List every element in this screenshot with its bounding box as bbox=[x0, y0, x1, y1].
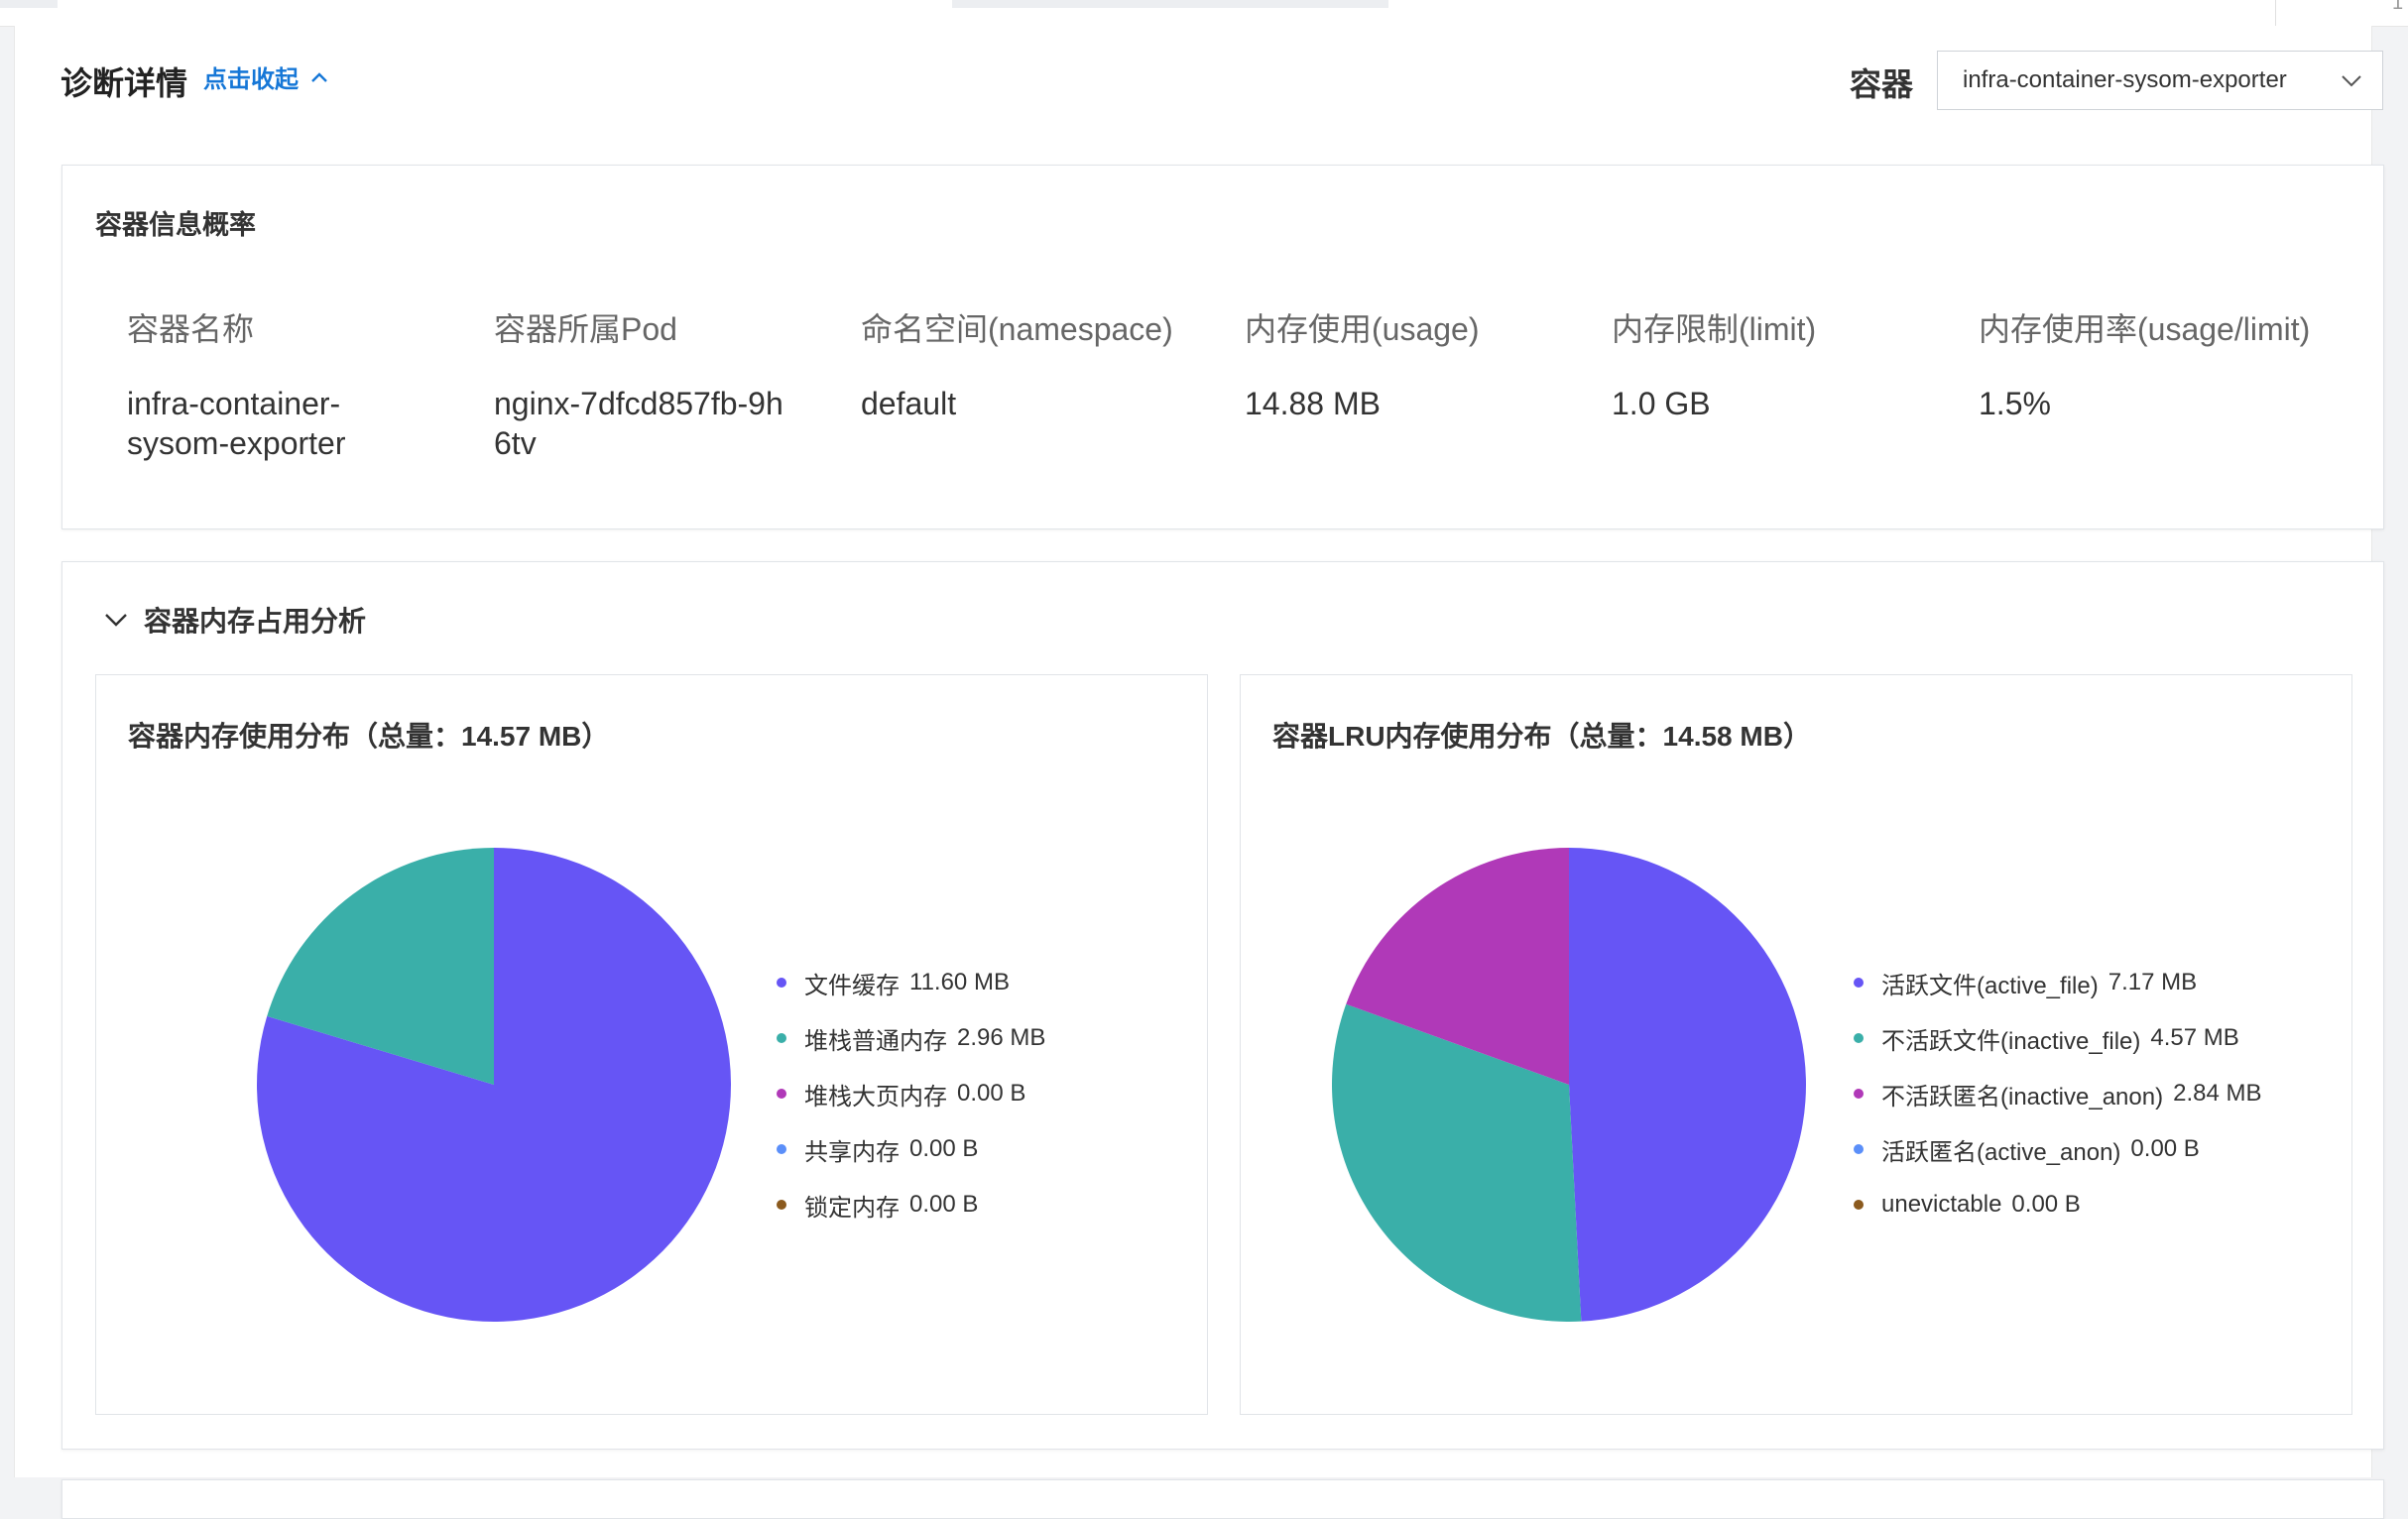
legend-label: unevictable bbox=[1881, 1191, 2002, 1218]
legend-label: 文件缓存 bbox=[804, 972, 900, 999]
collapse-link[interactable]: 点击收起 bbox=[203, 59, 330, 94]
legend-item[interactable]: 锁定内存 0.00 B bbox=[777, 1177, 1045, 1232]
top-tab-stub bbox=[0, 0, 58, 8]
info-column-header: 内存限制(limit) bbox=[1612, 311, 1817, 347]
container-select[interactable]: infra-container-sysom-exporter bbox=[1937, 51, 2383, 110]
legend-dot bbox=[777, 1033, 786, 1043]
legend-label: 锁定内存 bbox=[804, 1194, 900, 1222]
legend-dot bbox=[777, 1089, 786, 1099]
info-column-header: 容器名称 bbox=[127, 311, 255, 347]
legend-item[interactable]: 活跃匿名(active_anon) 0.00 B bbox=[1854, 1121, 2262, 1177]
legend-value: 0.00 B bbox=[909, 1135, 979, 1162]
legend-label: 活跃文件(active_file) bbox=[1881, 972, 2099, 999]
container-select-value: infra-container-sysom-exporter bbox=[1963, 66, 2287, 93]
info-column-header: 命名空间(namespace) bbox=[861, 311, 1173, 347]
legend-item[interactable]: unevictable 0.00 B bbox=[1854, 1177, 2262, 1232]
info-column-value: infra-container-sysom-exporter bbox=[127, 386, 346, 461]
legend-label: 不活跃匿名(inactive_anon) bbox=[1881, 1083, 2164, 1110]
collapse-link-label: 点击收起 bbox=[203, 66, 299, 93]
legend-value: 0.00 B bbox=[909, 1191, 979, 1218]
info-column: 容器所属Pod nginx-7dfcd857fb-9h6tv bbox=[494, 304, 821, 463]
legend-value: 4.57 MB bbox=[2150, 1024, 2239, 1051]
legend-dot bbox=[1854, 1089, 1864, 1099]
legend-label: 活跃匿名(active_anon) bbox=[1881, 1138, 2121, 1166]
legend-label: 堆栈普通内存 bbox=[804, 1027, 947, 1055]
info-column-header: 内存使用率(usage/limit) bbox=[1979, 311, 2311, 347]
chevron-down-icon bbox=[2342, 75, 2361, 87]
legend-item[interactable]: 堆栈普通内存 2.96 MB bbox=[777, 1010, 1045, 1066]
info-column: 命名空间(namespace) default bbox=[861, 304, 1208, 423]
pie-slice-0[interactable] bbox=[1569, 848, 1806, 1322]
legend-value: 2.96 MB bbox=[957, 1024, 1046, 1051]
info-column-value: 1.5% bbox=[1979, 386, 2051, 421]
memory-analysis-card: 容器内存占用分析 容器内存使用分布（总量：14.57 MB） 文件缓存 11.6… bbox=[61, 561, 2384, 1450]
lru-memory-chart: 容器LRU内存使用分布（总量：14.58 MB） 活跃文件(active_fil… bbox=[1240, 674, 2352, 1415]
memory-analysis-title: 容器内存占用分析 bbox=[144, 606, 367, 637]
container-info-card: 容器信息概率 容器名称 infra-container-sysom-export… bbox=[61, 165, 2384, 529]
page-title: 诊断详情 bbox=[60, 65, 188, 101]
legend-dot bbox=[777, 1200, 786, 1210]
top-tab-stub-center bbox=[952, 0, 1388, 8]
legend-label: 堆栈大页内存 bbox=[804, 1083, 947, 1110]
chart-legend: 文件缓存 11.60 MB 堆栈普通内存 2.96 MB 堆栈大页内存 0.00… bbox=[777, 955, 1045, 1232]
diagnosis-panel: 诊断详情 点击收起 容器 infra-container-sysom-expor… bbox=[14, 26, 2384, 1519]
chevron-down-icon bbox=[105, 614, 127, 627]
memory-analysis-toggle[interactable]: 容器内存占用分析 bbox=[102, 600, 366, 640]
legend-dot bbox=[777, 1144, 786, 1154]
info-column: 内存使用率(usage/limit) 1.5% bbox=[1979, 304, 2355, 423]
legend-item[interactable]: 堆栈大页内存 0.00 B bbox=[777, 1066, 1045, 1121]
info-column: 容器名称 infra-container-sysom-exporter bbox=[127, 304, 424, 463]
chevron-up-icon bbox=[311, 71, 327, 82]
info-column: 内存使用(usage) 14.88 MB bbox=[1245, 304, 1572, 423]
legend-value: 0.00 B bbox=[2011, 1191, 2081, 1218]
corner-text: 1 bbox=[2392, 0, 2404, 14]
legend-value: 2.84 MB bbox=[2173, 1080, 2262, 1107]
info-column-value: 1.0 GB bbox=[1612, 386, 1711, 421]
chart-legend: 活跃文件(active_file) 7.17 MB 不活跃文件(inactive… bbox=[1854, 955, 2262, 1232]
legend-item[interactable]: 文件缓存 11.60 MB bbox=[777, 955, 1045, 1010]
top-bar-divider bbox=[2275, 0, 2276, 26]
info-column-value: 14.88 MB bbox=[1245, 386, 1381, 421]
legend-item[interactable]: 共享内存 0.00 B bbox=[777, 1121, 1045, 1177]
info-column-value: default bbox=[861, 386, 957, 421]
legend-label: 共享内存 bbox=[804, 1138, 900, 1166]
legend-value: 7.17 MB bbox=[2107, 969, 2198, 995]
legend-label: 不活跃文件(inactive_file) bbox=[1881, 1027, 2141, 1055]
memory-usage-chart: 容器内存使用分布（总量：14.57 MB） 文件缓存 11.60 MB 堆栈普通… bbox=[95, 674, 1208, 1415]
info-card-title: 容器信息概率 bbox=[95, 210, 256, 240]
legend-item[interactable]: 活跃文件(active_file) 7.17 MB bbox=[1854, 955, 2262, 1010]
legend-dot bbox=[1854, 1200, 1864, 1210]
legend-dot bbox=[1854, 1144, 1864, 1154]
legend-dot bbox=[1854, 1033, 1864, 1043]
legend-item[interactable]: 不活跃匿名(inactive_anon) 2.84 MB bbox=[1854, 1066, 2262, 1121]
legend-item[interactable]: 不活跃文件(inactive_file) 4.57 MB bbox=[1854, 1010, 2262, 1066]
info-column-header: 容器所属Pod bbox=[494, 311, 677, 347]
info-column-header: 内存使用(usage) bbox=[1245, 311, 1480, 347]
legend-dot bbox=[1854, 978, 1864, 988]
legend-dot bbox=[777, 978, 786, 988]
container-label: 容器 bbox=[1850, 66, 1914, 102]
info-column-value: nginx-7dfcd857fb-9h6tv bbox=[494, 386, 783, 461]
info-column: 内存限制(limit) 1.0 GB bbox=[1612, 304, 1939, 423]
next-card bbox=[61, 1479, 2384, 1519]
legend-value: 0.00 B bbox=[2130, 1135, 2200, 1162]
legend-value: 0.00 B bbox=[957, 1080, 1026, 1107]
top-bar: 1 bbox=[0, 0, 2408, 27]
legend-value: 11.60 MB bbox=[909, 969, 1010, 995]
